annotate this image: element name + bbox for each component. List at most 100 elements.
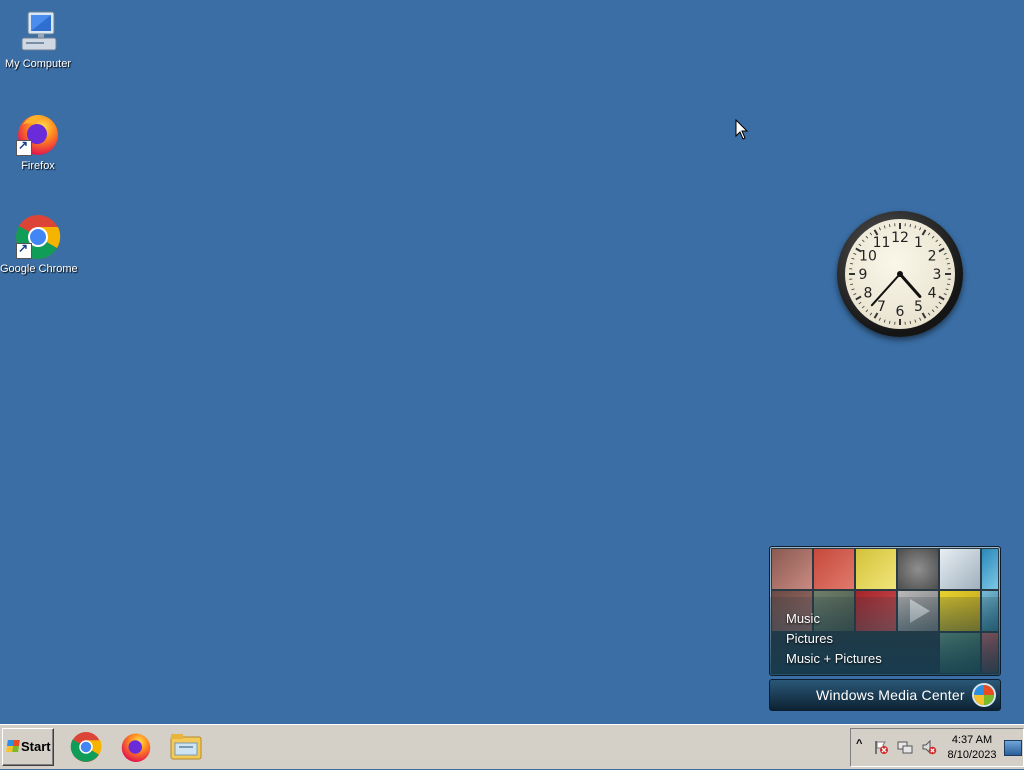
clock-hour-hand	[900, 274, 920, 296]
clock-tick	[939, 302, 941, 304]
clock-numeral: 1	[914, 235, 923, 251]
clock-tick	[889, 321, 890, 324]
clock-tick	[889, 224, 890, 227]
show-hidden-icons-button[interactable]: ^	[856, 738, 862, 750]
action-center-flag-icon[interactable]	[873, 739, 889, 755]
clock-tick	[866, 236, 868, 238]
windows-logo-icon	[974, 685, 994, 705]
clock-numeral: 7	[877, 299, 886, 315]
clock-tick	[853, 294, 856, 295]
mouse-cursor-icon	[735, 119, 749, 141]
desktop-icon-label: My Computer	[0, 58, 76, 70]
show-desktop-button[interactable]	[1004, 740, 1022, 756]
desktop-icon-firefox[interactable]: Firefox	[0, 110, 76, 172]
clock-tick	[944, 253, 947, 254]
shortcut-arrow-icon	[16, 140, 32, 156]
clock-gadget[interactable]: 121234567891011	[837, 211, 963, 337]
thumbnail	[940, 549, 980, 589]
clock-tick	[944, 294, 947, 295]
clock-tick	[856, 297, 861, 300]
clock-tick	[884, 320, 885, 323]
tray-clock[interactable]: 4:37 AM 8/10/2023	[943, 733, 1001, 763]
media-center-title-rest: Media Center	[874, 687, 965, 703]
firefox-icon	[118, 729, 154, 765]
clock-tick	[939, 297, 944, 300]
clock-tick	[851, 258, 854, 259]
clock-tick	[879, 318, 880, 321]
clock-tick	[851, 289, 854, 290]
my-computer-icon	[14, 8, 62, 56]
clock-tick	[850, 263, 853, 264]
clock-tick	[936, 306, 938, 308]
taskbar-chrome-button[interactable]	[68, 729, 104, 765]
media-center-thumbnails: Music Pictures Music + Pictures	[769, 546, 1001, 676]
thumbnail	[814, 549, 854, 589]
clock-tick	[862, 240, 864, 242]
thumbnail	[856, 549, 896, 589]
media-center-title: Windows Media Center	[816, 680, 965, 710]
thumbnail	[982, 549, 998, 589]
clock-tick	[936, 240, 938, 242]
clock-tick	[915, 320, 916, 323]
clock-tick	[866, 310, 868, 312]
start-button[interactable]: Start	[2, 728, 54, 766]
clock-numeral: 5	[914, 299, 923, 315]
file-explorer-icon	[168, 729, 204, 765]
clock-tick	[910, 224, 911, 227]
clock-tick	[928, 313, 930, 315]
clock-numeral: 4	[928, 286, 937, 302]
thumbnail	[898, 549, 938, 589]
tray-time: 4:37 AM	[943, 733, 1001, 748]
media-center-menu-music[interactable]: Music	[786, 609, 882, 629]
taskbar-file-explorer-button[interactable]	[168, 729, 204, 765]
clock-center	[897, 271, 903, 277]
clock-tick	[947, 284, 950, 285]
shortcut-arrow-icon	[16, 243, 32, 259]
system-tray: ^ 4:37 AM 8/10/2023	[850, 728, 1024, 767]
taskbar: Start ^	[0, 724, 1024, 769]
media-center-gadget[interactable]: Music Pictures Music + Pictures Windows …	[769, 546, 1001, 712]
clock-tick	[932, 236, 934, 238]
clock-tick	[920, 318, 921, 321]
clock-tick	[920, 227, 921, 230]
media-center-menu-music-pictures[interactable]: Music + Pictures	[786, 649, 882, 669]
desktop-icon-my-computer[interactable]: My Computer	[0, 8, 76, 70]
volume-muted-icon[interactable]	[921, 739, 937, 755]
chrome-icon	[14, 213, 62, 261]
media-center-title-bar[interactable]: Windows Media Center	[769, 679, 1001, 711]
clock-numeral: 12	[891, 230, 909, 246]
media-center-menu: Music Pictures Music + Pictures	[786, 609, 882, 669]
firefox-icon	[14, 110, 62, 158]
clock-tick	[850, 284, 853, 285]
clock-tick	[879, 227, 880, 230]
clock-tick	[946, 289, 949, 290]
clock-tick	[853, 253, 856, 254]
media-center-menu-pictures[interactable]: Pictures	[786, 629, 882, 649]
clock-tick	[870, 313, 872, 315]
windows-flag-icon	[6, 740, 20, 752]
taskbar-firefox-button[interactable]	[118, 729, 154, 765]
tray-date: 8/10/2023	[943, 748, 1001, 763]
chrome-icon	[68, 729, 104, 765]
start-label: Start	[21, 739, 51, 754]
desktop: My Computer Firefox	[0, 0, 1024, 724]
media-center-title-bold: Windows	[816, 687, 874, 703]
clock-tick	[939, 244, 941, 246]
clock-numeral: 9	[859, 267, 868, 283]
clock-tick	[947, 263, 950, 264]
desktop-icon-label: Google Chrome	[0, 263, 76, 275]
clock-tick	[870, 233, 872, 235]
clock-tick	[915, 225, 916, 228]
network-icon[interactable]	[897, 739, 913, 755]
clock-tick	[910, 321, 911, 324]
desktop-icon-label: Firefox	[0, 160, 76, 172]
desktop-icon-google-chrome[interactable]: Google Chrome	[0, 213, 76, 275]
clock-dial: 121234567891011	[845, 219, 955, 329]
clock-numeral: 8	[863, 286, 872, 302]
clock-numeral: 11	[873, 235, 891, 251]
clock-tick	[928, 233, 930, 235]
clock-tick	[932, 310, 934, 312]
clock-tick	[939, 249, 944, 252]
clock-tick	[946, 258, 949, 259]
clock-numeral: 3	[933, 267, 942, 283]
